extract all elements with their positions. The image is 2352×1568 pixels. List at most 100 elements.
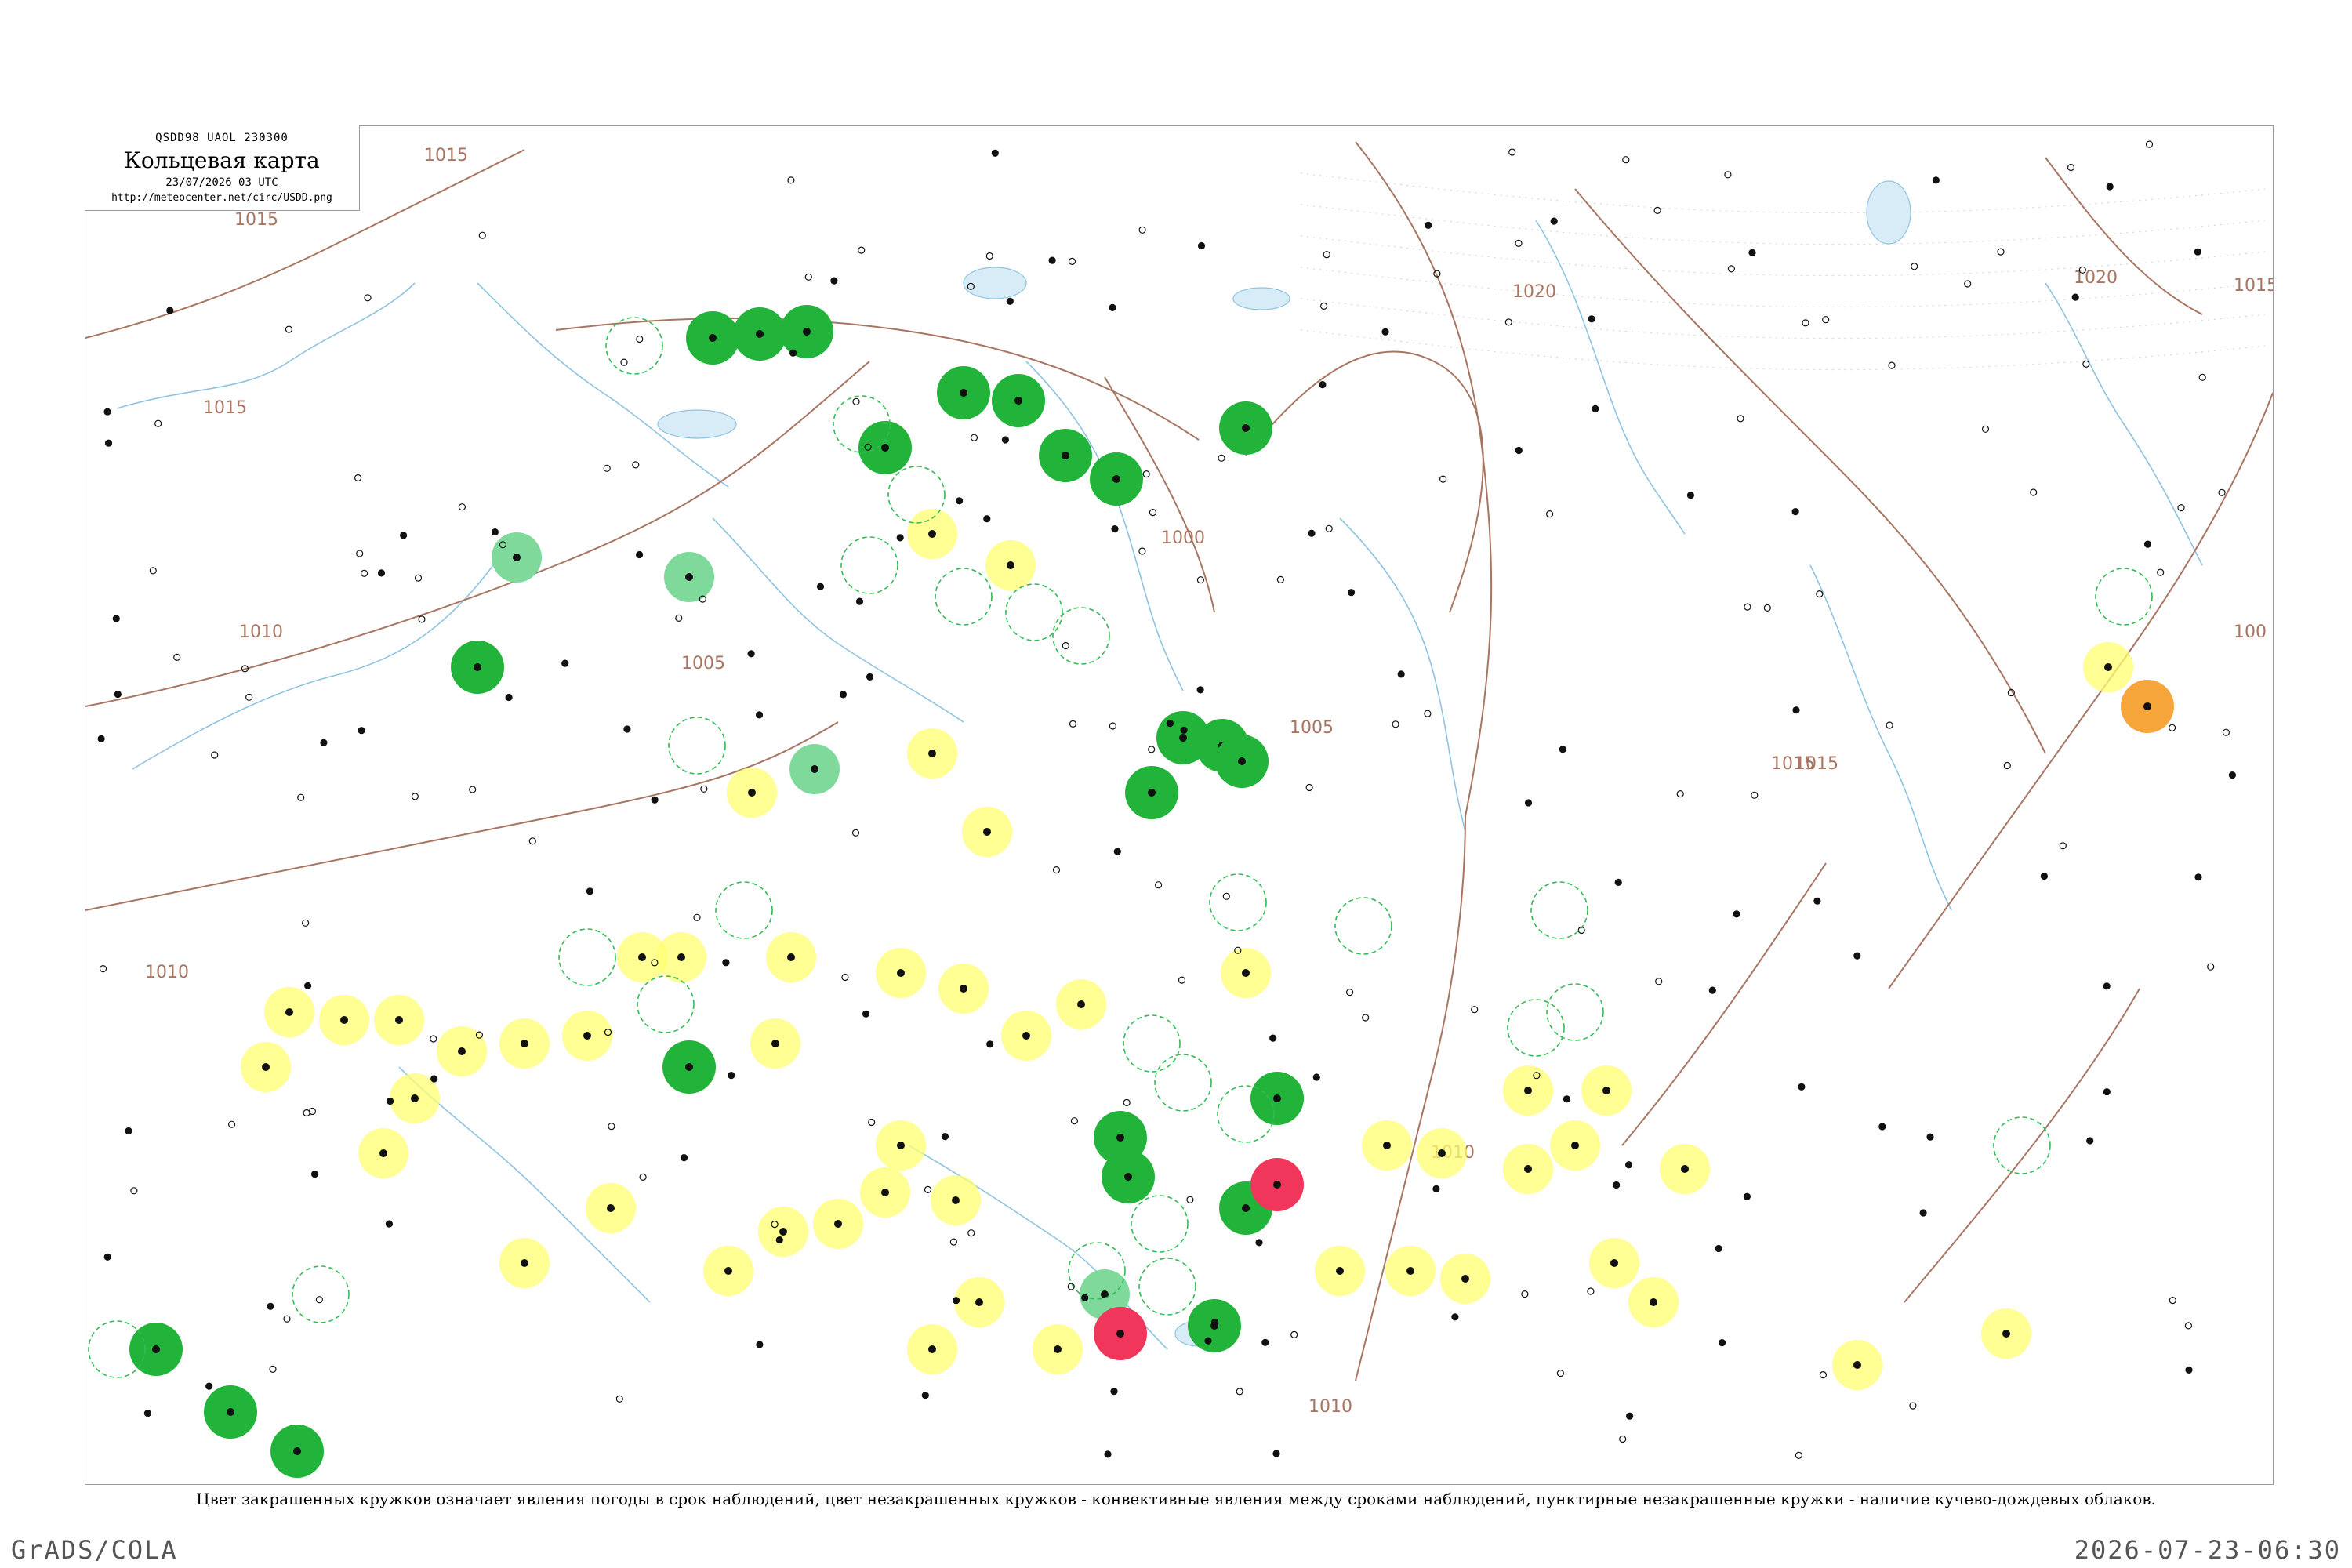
- station-dot: [2003, 761, 2011, 770]
- station-dot: [941, 1132, 949, 1141]
- station-dot: [1964, 280, 1972, 288]
- station-dot: [297, 793, 305, 801]
- station-dot: [411, 793, 419, 800]
- station-dot: [1715, 1244, 1722, 1253]
- station-dot: [632, 461, 640, 469]
- isobar-label: 1020: [2074, 268, 2118, 288]
- station-dot: [771, 1040, 779, 1047]
- station-dot: [205, 1382, 213, 1390]
- station-dot: [1148, 789, 1156, 797]
- station-dot: [1737, 415, 1744, 423]
- station-dot: [1751, 791, 1759, 799]
- station-dot: [315, 1296, 323, 1304]
- station-dot: [1588, 315, 1595, 323]
- station-dot: [267, 1302, 274, 1310]
- station-dot: [1625, 1412, 1634, 1420]
- station-dot: [149, 567, 157, 575]
- station-dot: [478, 231, 486, 239]
- station-dot: [400, 532, 408, 539]
- station-dot: [747, 650, 755, 658]
- station-dot: [1919, 1209, 1927, 1217]
- station-dot: [1878, 1123, 1886, 1131]
- station-dot: [603, 464, 611, 472]
- station-dot: [364, 294, 372, 302]
- station-dot: [340, 1016, 348, 1024]
- station-dot: [921, 1392, 929, 1399]
- isobar-label: 1015: [424, 146, 468, 165]
- station-dot: [960, 985, 967, 993]
- station-dot: [97, 735, 105, 743]
- map-url: http://meteocenter.net/circ/USDD.png: [111, 192, 332, 204]
- station-dot: [513, 554, 521, 561]
- station-dot: [1166, 719, 1174, 728]
- station-dot: [1197, 241, 1206, 250]
- station-dot: [1681, 1165, 1689, 1173]
- station-dot: [779, 1228, 787, 1236]
- station-dot: [928, 530, 936, 538]
- station-dot: [866, 673, 874, 681]
- station-dot: [414, 574, 423, 582]
- footer-left-label: GrADS/COLA: [11, 1535, 178, 1565]
- station-dot: [2040, 872, 2048, 880]
- station-dot: [1236, 1388, 1243, 1396]
- station-dot: [269, 1365, 277, 1374]
- station-dot: [1022, 1032, 1030, 1040]
- station-dot: [1149, 509, 1157, 517]
- isobar-label: 1015: [2234, 276, 2273, 296]
- station-dot: [586, 887, 594, 895]
- station-dot: [620, 358, 628, 366]
- station-dot: [1111, 524, 1119, 533]
- station-dot: [1325, 524, 1333, 532]
- station-dot: [1109, 722, 1117, 730]
- station-dot: [1926, 1133, 1934, 1141]
- station-dot: [418, 615, 426, 623]
- station-dot: [1110, 1387, 1118, 1396]
- station-dot: [1816, 590, 1824, 598]
- cumulonimbus-marker: [935, 568, 993, 626]
- station-dot: [635, 550, 644, 559]
- station-dot: [803, 328, 811, 336]
- station-dot: [2143, 702, 2151, 710]
- station-dot: [897, 969, 905, 977]
- station-dot: [985, 252, 993, 260]
- station-dot: [960, 389, 967, 397]
- station-dot: [1204, 1337, 1212, 1345]
- station-dot: [2104, 663, 2112, 671]
- station-dot: [638, 953, 646, 961]
- station-dot: [561, 659, 569, 667]
- station-dot: [262, 1063, 270, 1071]
- station-dot: [302, 919, 310, 927]
- station-dot: [2086, 1137, 2094, 1145]
- station-dot: [834, 1220, 842, 1228]
- station-dot: [2218, 488, 2226, 496]
- station-dot: [1471, 1006, 1479, 1014]
- cumulonimbus-marker: [292, 1265, 350, 1323]
- station-dot: [1148, 746, 1156, 753]
- station-dot: [868, 1118, 876, 1127]
- cumulonimbus-marker: [1546, 983, 1604, 1041]
- station-dot: [2106, 183, 2114, 191]
- station-dot: [1686, 492, 1695, 499]
- rivers-layer: [116, 180, 2203, 1350]
- station-dot: [1308, 529, 1316, 537]
- station-dot: [2071, 293, 2079, 301]
- station-dot: [304, 982, 312, 990]
- station-dot: [852, 397, 860, 405]
- station-dot: [356, 550, 364, 557]
- station-dot: [1312, 1073, 1320, 1081]
- station-dot: [839, 691, 848, 699]
- station-dot: [851, 829, 860, 837]
- station-dot: [2185, 1366, 2193, 1374]
- station-dot: [1276, 575, 1285, 584]
- station-dot: [1763, 604, 1771, 612]
- station-dot: [1273, 1094, 1281, 1102]
- station-dot: [1154, 881, 1163, 889]
- station-dot: [787, 953, 795, 961]
- station-dot: [1650, 1298, 1657, 1306]
- station-dot: [2157, 568, 2165, 576]
- cumulonimbus-marker: [605, 317, 663, 375]
- cumulonimbus-marker: [1052, 607, 1110, 665]
- station-dot: [1406, 1267, 1414, 1275]
- station-dot: [1068, 257, 1076, 265]
- station-dot: [967, 1229, 975, 1237]
